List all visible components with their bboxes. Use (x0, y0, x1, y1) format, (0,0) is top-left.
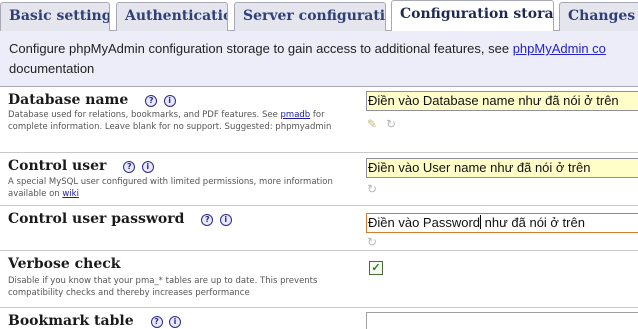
verbose-check-help: Disable if you know that your pma_* tabl… (8, 276, 318, 298)
bookmark-table-input[interactable] (366, 312, 638, 329)
restore-default-icon[interactable]: ↻ (364, 235, 380, 249)
question-mark-icon[interactable]: ? (150, 316, 163, 328)
pmadb-link[interactable]: pmadb (281, 110, 311, 120)
control-user-password-label: Control user password (8, 211, 185, 227)
phpmyadmin-docs-link[interactable]: phpMyAdmin co (513, 41, 606, 56)
tab-bar: Basic settings Authentication Server con… (0, 0, 638, 32)
database-name-input[interactable]: Điền vào Database name như đã nói ở trên (366, 91, 638, 111)
tab-configuration-storage[interactable]: Configuration storage (391, 0, 554, 32)
question-mark-icon[interactable]: ? (201, 214, 214, 226)
info-icon[interactable]: i (141, 161, 154, 173)
section-description: Configure phpMyAdmin configuration stora… (0, 31, 638, 87)
info-icon[interactable]: i (219, 214, 232, 226)
restore-default-icon[interactable]: ↻ (364, 182, 380, 196)
pencil-icon[interactable]: ✎ (364, 117, 380, 131)
control-user-help: A special MySQL user configured with lim… (8, 177, 333, 199)
question-mark-icon[interactable]: ? (123, 161, 136, 173)
database-name-help: Database used for relations, bookmarks, … (8, 110, 332, 132)
wiki-link[interactable]: wiki (62, 189, 79, 199)
bookmark-table-label: Bookmark table (8, 313, 134, 329)
control-user-input[interactable]: Điền vào User name như đã nói ở trên (366, 158, 638, 178)
question-mark-icon[interactable]: ? (145, 95, 158, 107)
info-icon[interactable]: i (163, 95, 176, 107)
info-icon[interactable]: i (168, 316, 181, 328)
description-line2: documentation (9, 61, 95, 76)
row-control-user: Control user ? i A special MySQL user co… (0, 153, 638, 206)
control-user-password-input[interactable]: Điền vào Password như đã nói ở trên (366, 213, 638, 233)
description-text: Configure phpMyAdmin configuration stora… (9, 41, 510, 56)
verbose-check-checkbox[interactable]: ✓ (369, 261, 383, 275)
restore-default-icon[interactable]: ↻ (383, 117, 399, 131)
tab-basic-settings[interactable]: Basic settings (0, 2, 110, 31)
row-database-name: Database name ? i Database used for rela… (0, 87, 638, 153)
verbose-check-label: Verbose check (8, 256, 121, 272)
row-control-user-password: Control user password ? i Điền vào Passw… (0, 206, 638, 251)
row-bookmark-table: Bookmark table ? i (0, 308, 638, 329)
row-verbose-check: Verbose check Disable if you know that y… (0, 251, 638, 308)
tab-changes-tracking[interactable]: Changes tr (559, 2, 638, 31)
tab-authentication[interactable]: Authentication (116, 2, 228, 31)
control-user-label: Control user (8, 158, 107, 174)
database-name-label: Database name (8, 92, 129, 108)
tab-server-configuration[interactable]: Server configuration (234, 2, 386, 31)
